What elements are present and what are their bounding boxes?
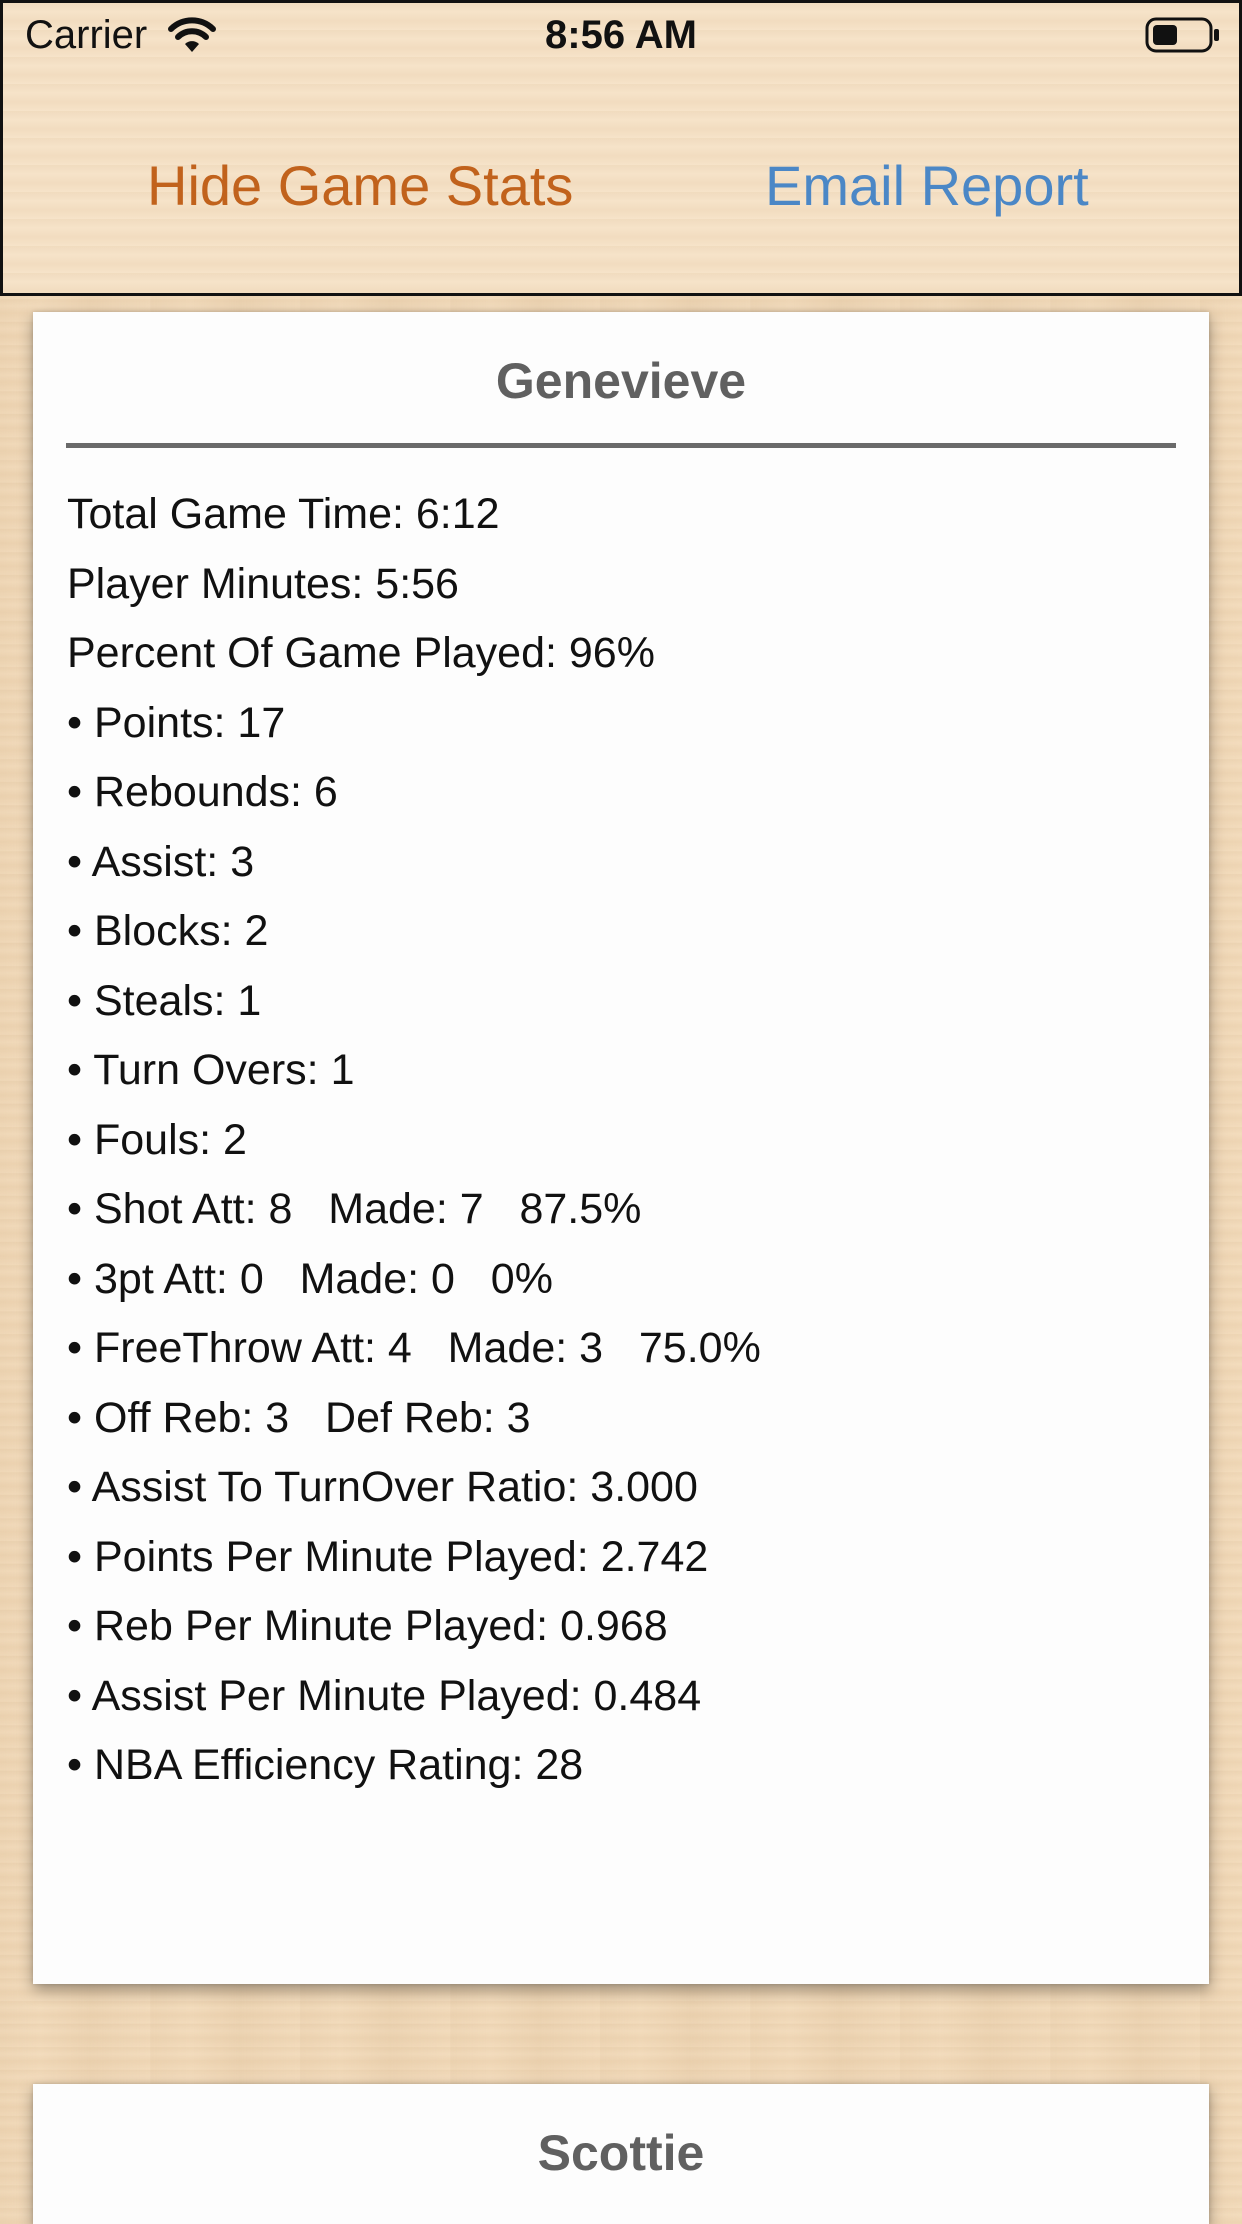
clock: 8:56 AM	[545, 13, 697, 57]
stat-free-throws: • FreeThrow Att: 4 Made: 3 75.0%	[67, 1324, 761, 1372]
stat-assist-per-minute: • Assist Per Minute Played: 0.484	[67, 1671, 702, 1720]
stat-steals: • Steals: 1	[67, 976, 262, 1025]
top-toolbar: Carrier 8:56 AM Hide Game Stats Email Re…	[0, 0, 1242, 296]
battery-icon	[1145, 17, 1219, 53]
stat-shots: • Shot Att: 8 Made: 7 87.5%	[67, 1185, 642, 1233]
player-minutes: Player Minutes: 5:56	[67, 559, 459, 608]
stat-off-def-reb: • Off Reb: 3 Def Reb: 3	[67, 1393, 531, 1442]
email-report-button[interactable]: Email Report	[765, 153, 1089, 218]
status-bar: Carrier 8:56 AM	[3, 3, 1239, 69]
player-stats-card: Genevieve Total Game Time: 6:12 Player M…	[33, 312, 1209, 1984]
stat-rebounds: • Rebounds: 6	[67, 768, 338, 816]
stats-list: Total Game Time: 6:12 Player Minutes: 5:…	[67, 480, 761, 1801]
stat-fouls: • Fouls: 2	[67, 1115, 247, 1164]
divider	[66, 443, 1176, 448]
stat-blocks: • Blocks: 2	[67, 907, 269, 955]
stat-3pt: • 3pt Att: 0 Made: 0 0%	[67, 1254, 553, 1303]
stat-points-per-minute: • Points Per Minute Played: 2.742	[67, 1532, 709, 1581]
percent-game-played: Percent Of Game Played: 96%	[67, 629, 655, 677]
player-name: Scottie	[537, 2125, 705, 2181]
hide-game-stats-button[interactable]: Hide Game Stats	[147, 153, 573, 218]
player-name: Genevieve	[495, 353, 747, 409]
stat-nba-efficiency: • NBA Efficiency Rating: 28	[67, 1741, 584, 1789]
stat-reb-per-minute: • Reb Per Minute Played: 0.968	[67, 1602, 668, 1650]
stat-points: • Points: 17	[67, 698, 286, 747]
total-game-time: Total Game Time: 6:12	[67, 490, 500, 538]
player-stats-card: Scottie	[33, 2084, 1209, 2224]
stat-turnovers: • Turn Overs: 1	[67, 1046, 355, 1094]
stat-assists: • Assist: 3	[67, 837, 255, 886]
stat-assist-turnover-ratio: • Assist To TurnOver Ratio: 3.000	[67, 1463, 698, 1511]
